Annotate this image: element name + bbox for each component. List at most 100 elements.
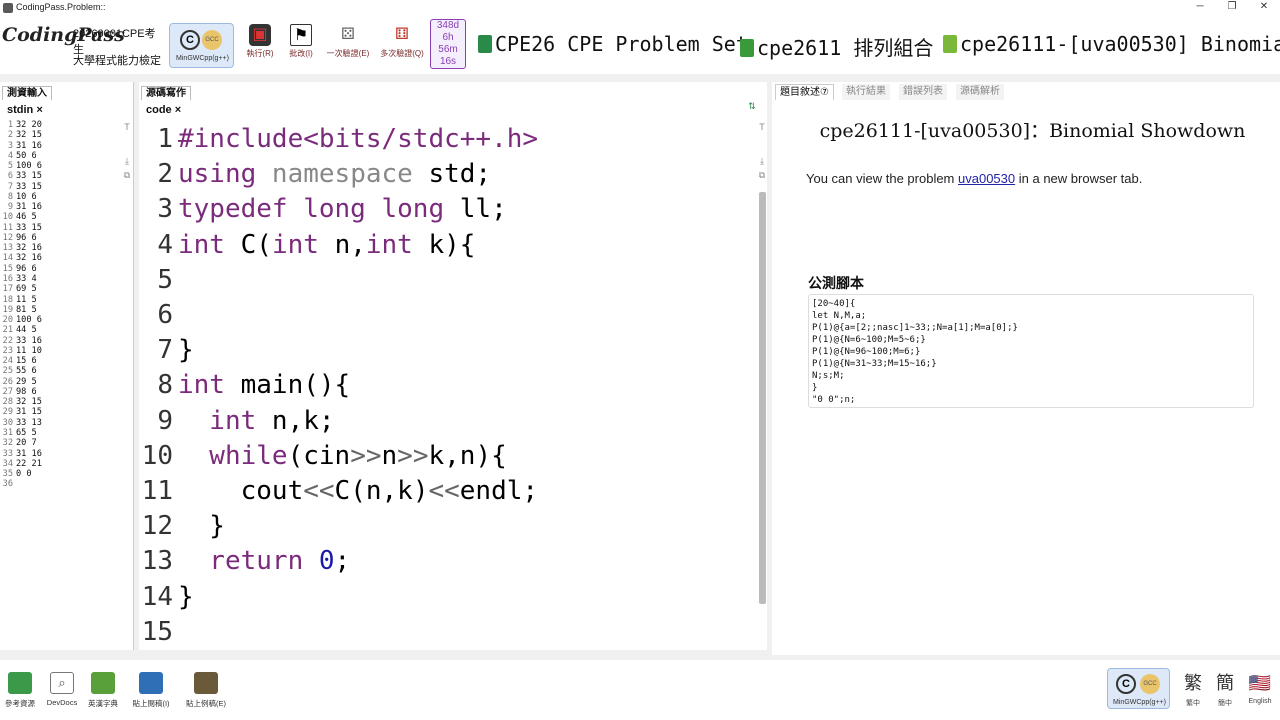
stdin-value: 32 15 [16, 130, 42, 141]
lang-simplified-button[interactable]: 簡簡中 [1210, 672, 1240, 708]
stdin-value: 33 13 [16, 417, 42, 428]
code-text: } [178, 580, 194, 615]
tab-stdin[interactable]: stdin × [2, 102, 48, 118]
breadcrumb-problem-set[interactable]: CPE26 CPE Problem Set [478, 32, 748, 56]
code-line: 11 cout<<C(n,k)<<endl; [139, 474, 538, 509]
download-icon[interactable]: ⤓ [757, 156, 767, 166]
compiler-label: MinGWCpp(g++) [1113, 699, 1166, 706]
stdin-value: 22 21 [16, 458, 42, 469]
line-number: 23 [2, 345, 13, 356]
breadcrumb-category[interactable]: cpe2611 排列組合 [740, 32, 933, 61]
code-text: using namespace std; [178, 157, 491, 192]
code-token: C(n,k) [334, 476, 429, 506]
verify-once-button[interactable]: ⚄ 一次驗證(E) [325, 24, 371, 68]
line-number: 6 [7, 171, 13, 182]
dictionary-label: 英漢字典 [88, 699, 118, 708]
code-token: int [178, 229, 241, 260]
code-text: int main(){ [178, 368, 350, 403]
code-token: k){ [428, 229, 476, 260]
problem-set-icon [478, 35, 492, 53]
line-number: 2 [7, 130, 13, 141]
close-button[interactable]: ✕ [1256, 1, 1272, 12]
text-icon[interactable]: T [757, 122, 767, 132]
lang-traditional-button[interactable]: 繁繁中 [1178, 672, 1208, 708]
run-button[interactable]: ▣ 執行(R) [237, 24, 283, 68]
stdin-value: 65 5 [16, 427, 37, 438]
maximize-button[interactable]: ❐ [1224, 1, 1240, 12]
stdin-value: 96 6 [16, 232, 37, 243]
paste-icon [139, 672, 163, 694]
code-editor[interactable]: 1 #include<bits/stdc++.h> 2 using namespace… [139, 120, 759, 648]
code-token: >> [397, 440, 429, 471]
breadcrumb-problem[interactable]: cpe26111-[uva00530] Binomial S [943, 32, 1280, 56]
copy-icon[interactable]: ⧉ [757, 170, 767, 180]
text-icon[interactable]: T [122, 122, 132, 132]
lang-english-button[interactable]: 🇺🇸 English [1245, 672, 1275, 705]
dictionary-button[interactable]: 英漢字典 [86, 672, 120, 709]
stdin-editor[interactable]: 1 32 20 2 32 15 3 31 16 4 50 6 5 100 6 6 33 15 7 33 1… [2, 120, 122, 490]
open-book-icon [194, 672, 218, 694]
code-scrollbar[interactable] [759, 192, 766, 604]
code-text: cout<<C(n,k)<<endl; [178, 474, 538, 509]
tab-test-input[interactable]: 測資輸入 [2, 86, 52, 100]
stdin-value: 11 5 [16, 294, 37, 305]
stdin-line: 3 31 16 [2, 141, 122, 151]
line-number: 20 [2, 315, 13, 326]
line-number: 1 [7, 120, 13, 130]
code-token: k,n){ [428, 440, 507, 471]
stdin-line: 16 33 4 [2, 274, 122, 284]
line-number: 11 [2, 222, 13, 233]
stdin-line: 22 33 16 [2, 336, 122, 346]
script-line: let N,M,a; [812, 311, 867, 321]
tab-error-list[interactable]: 錯誤列表 [899, 84, 947, 100]
tab-problem-description[interactable]: 題目敘述⑦ [775, 84, 834, 100]
code-line-number: 7 [157, 335, 173, 366]
stdin-line: 13 32 16 [2, 243, 122, 253]
devdocs-button[interactable]: ⌕ DevDocs [45, 672, 79, 707]
compiler-label: MinGWCpp(g++) [176, 55, 229, 62]
format-icon[interactable]: ⇅ [747, 101, 757, 111]
download-icon[interactable]: ⤓ [122, 156, 132, 166]
timer-minutes: 56m [438, 44, 458, 55]
line-number: 21 [2, 325, 13, 336]
stdin-value: 81 5 [16, 304, 37, 315]
problem-link[interactable]: uva00530 [958, 171, 1015, 186]
line-number: 7 [7, 181, 13, 192]
minimize-button[interactable]: ─ [1192, 1, 1208, 12]
compiler-button[interactable]: C GCC MinGWCpp(g++) [169, 23, 234, 68]
code-line: 9 int n,k; [139, 404, 334, 439]
code-token: typedef long long [178, 194, 460, 225]
code-token: } [178, 511, 225, 542]
stdin-value: 44 5 [16, 325, 37, 336]
tab-source-writing[interactable]: 源碼寫作 [141, 86, 191, 100]
code-token: #include<bits/stdc++.h> [178, 124, 539, 154]
verify-multi-button[interactable]: ⚅ 多次驗證(Q) [379, 24, 425, 68]
stdin-value: 32 16 [16, 243, 42, 254]
code-token: } [178, 581, 194, 612]
code-line: 2 using namespace std; [139, 157, 491, 192]
stdin-line: 36 [2, 479, 122, 489]
code-text: int C(int n,int k){ [178, 228, 475, 263]
copy-icon[interactable]: ⧉ [122, 170, 132, 180]
stdin-line: 17 69 5 [2, 284, 122, 294]
code-token: using [178, 159, 272, 190]
run-icon: ▣ [249, 24, 271, 46]
tab-source-analysis[interactable]: 源碼解析 [956, 84, 1004, 100]
stdin-line: 2 32 15 [2, 130, 122, 140]
judge-button[interactable]: ⚑ 批改(I) [278, 24, 324, 68]
paste-review-label: 貼上閱稿(I) [132, 699, 170, 708]
stdin-line: 34 22 21 [2, 459, 122, 469]
paste-review-button[interactable]: 貼上閱稿(I) [126, 672, 176, 709]
tab-code[interactable]: code × [141, 102, 187, 118]
stdin-line: 23 11 10 [2, 346, 122, 356]
references-button[interactable]: 參考資源 [3, 672, 37, 709]
stdin-line: 31 65 5 [2, 428, 122, 438]
stdin-value: 11 10 [16, 345, 42, 356]
tab-run-result[interactable]: 執行結果 [842, 84, 890, 100]
code-token: endl; [459, 476, 539, 506]
breadcrumb-label: cpe26111-[uva00530] Binomial S [960, 32, 1280, 56]
line-number: 12 [2, 232, 13, 243]
code-token: int [365, 229, 429, 260]
compiler-button-bottom[interactable]: C GCC MinGWCpp(g++) [1107, 668, 1170, 709]
paste-example-button[interactable]: 貼上例稿(E) [180, 672, 232, 709]
